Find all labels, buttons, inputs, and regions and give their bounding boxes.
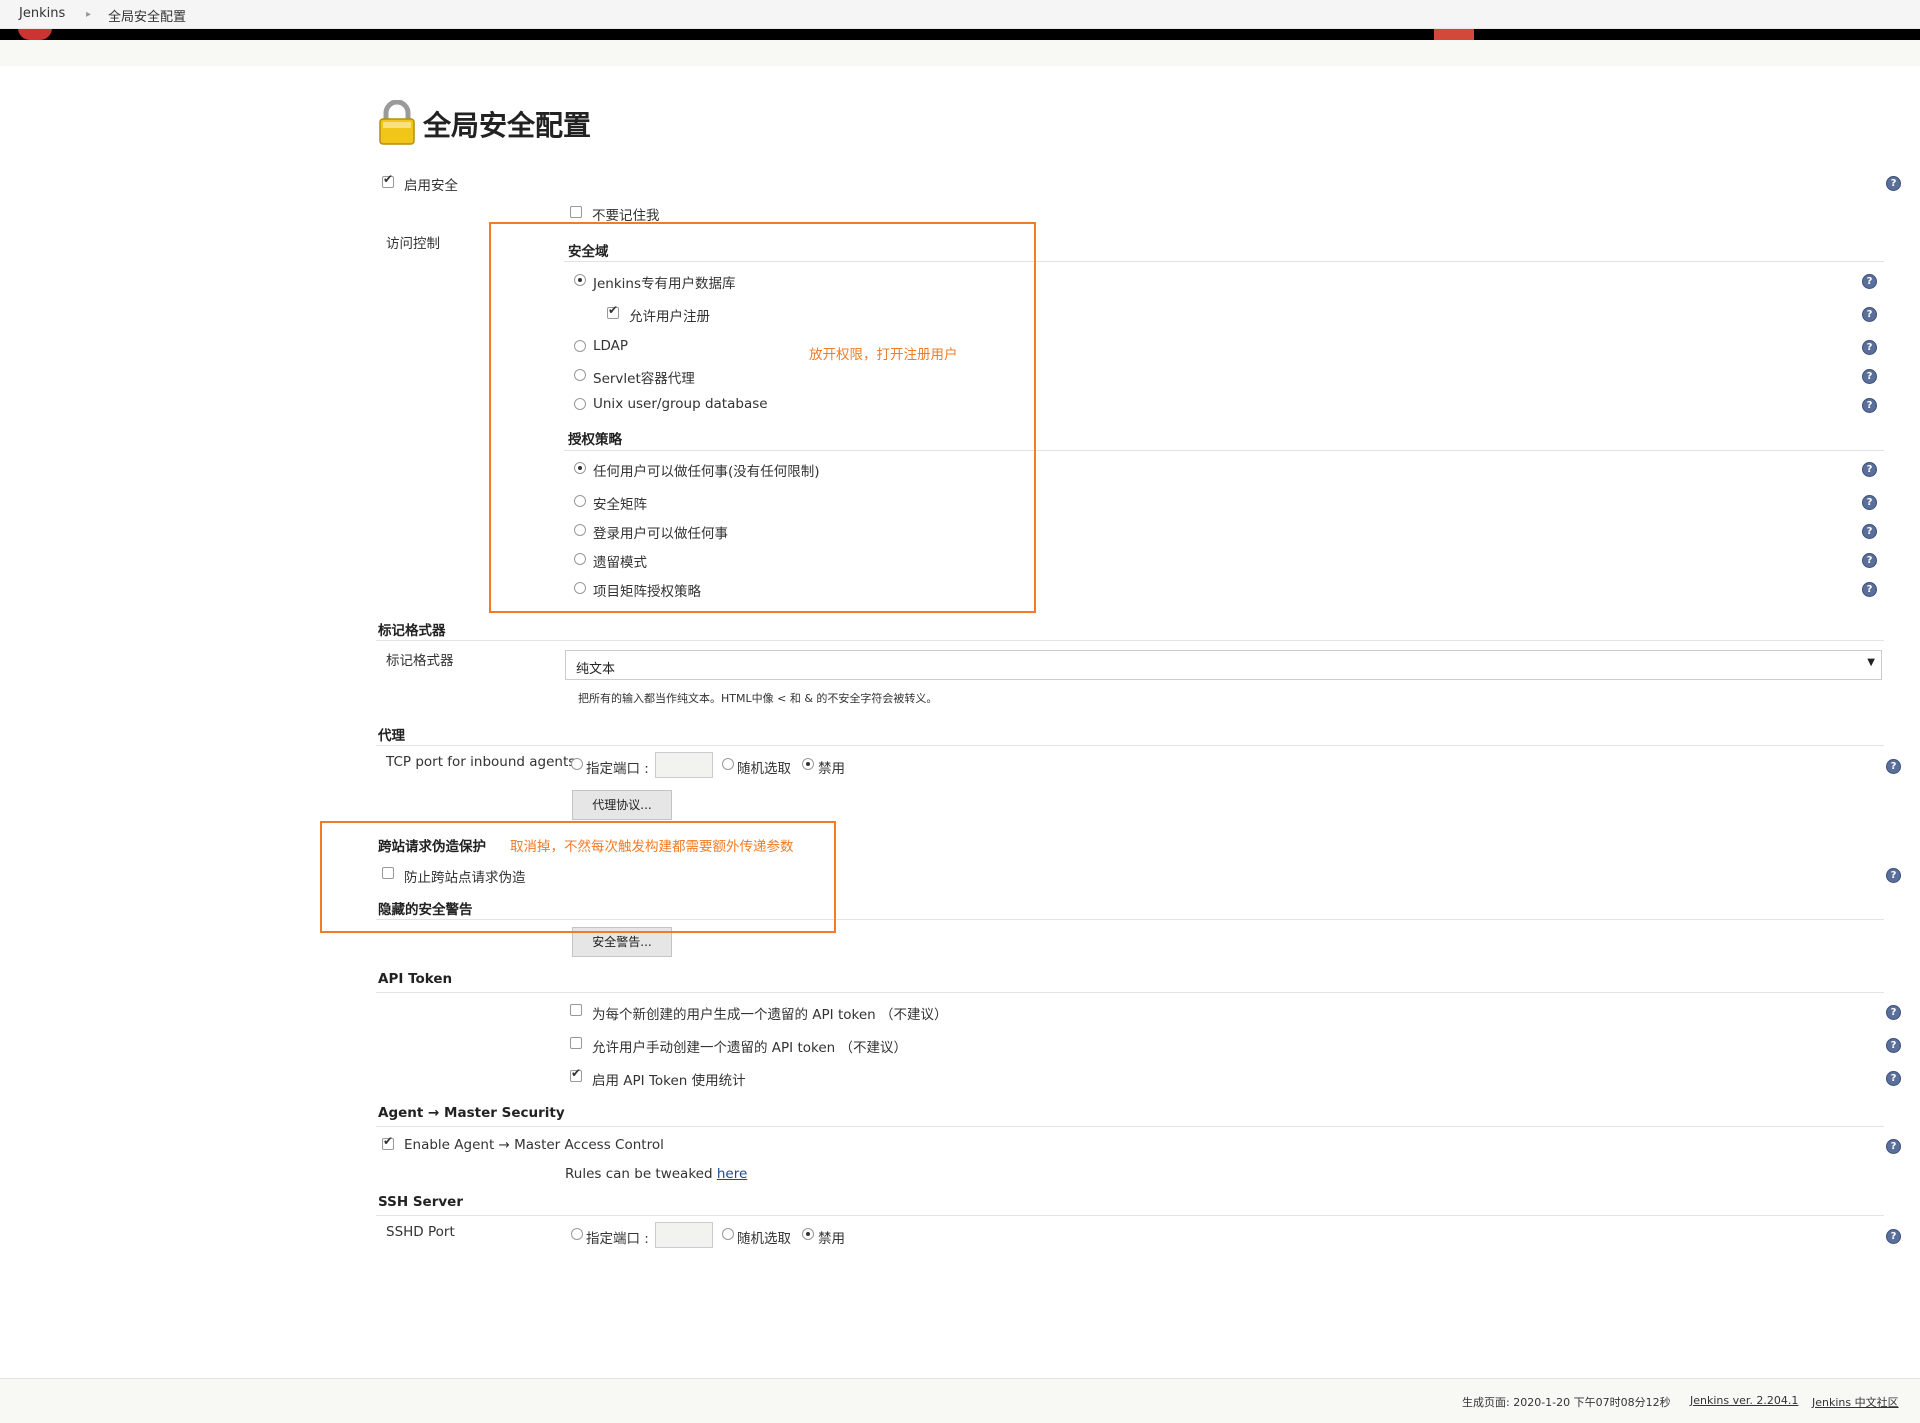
breadcrumb-current[interactable]: 全局安全配置 — [108, 6, 186, 25]
help-icon[interactable]: ? — [1862, 524, 1877, 539]
markup-formatter-select[interactable]: 纯文本 ▼ — [565, 650, 1882, 680]
notification-badge[interactable] — [1434, 28, 1474, 40]
chevron-right-icon: ▸ — [86, 9, 92, 20]
tcp-port-input[interactable] — [655, 752, 713, 778]
chevron-down-icon: ▼ — [1867, 657, 1875, 668]
api-token-heading: API Token — [378, 971, 453, 987]
help-icon[interactable]: ? — [1886, 1139, 1901, 1154]
help-icon[interactable]: ? — [1886, 1038, 1901, 1053]
allow-manual-token-checkbox[interactable] — [570, 1037, 582, 1049]
no-remember-me-checkbox[interactable] — [570, 206, 582, 218]
access-control-label: 访问控制 — [386, 236, 440, 252]
footer-community-link[interactable]: Jenkins 中文社区 — [1812, 1394, 1899, 1410]
sshd-port-fixed-radio[interactable] — [571, 1228, 583, 1240]
markup-formatter-value: 纯文本 — [576, 662, 616, 677]
help-icon[interactable]: ? — [1886, 759, 1901, 774]
sshd-port-random-radio[interactable] — [722, 1228, 734, 1240]
generate-legacy-token-checkbox[interactable] — [570, 1004, 582, 1016]
help-icon[interactable]: ? — [1886, 176, 1901, 191]
tcp-port-random-radio[interactable] — [722, 758, 734, 770]
agent-master-heading: Agent → Master Security — [378, 1105, 565, 1121]
lock-icon — [377, 99, 417, 150]
allow-manual-token-label: 允许用户手动创建一个遗留的 API token （不建议） — [592, 1040, 907, 1056]
breadcrumb: Jenkins ▸ 全局安全配置 — [0, 0, 1920, 29]
tcp-port-label: TCP port for inbound agents — [386, 754, 576, 770]
help-icon[interactable]: ? — [1862, 582, 1877, 597]
agent-master-access-label: Enable Agent → Master Access Control — [404, 1137, 664, 1153]
help-icon[interactable]: ? — [1862, 495, 1877, 510]
divider — [376, 992, 1884, 993]
help-icon[interactable]: ? — [1886, 1229, 1901, 1244]
divider — [376, 1126, 1884, 1127]
sshd-port-label: SSHD Port — [386, 1224, 455, 1240]
help-icon[interactable]: ? — [1862, 274, 1877, 289]
jenkins-logo[interactable] — [18, 28, 52, 40]
sshd-port-fixed-label: 指定端口 : — [586, 1231, 649, 1247]
help-icon[interactable]: ? — [1886, 1005, 1901, 1020]
annotation-box-csrf — [320, 821, 836, 933]
page-title: 全局安全配置 — [423, 109, 592, 142]
markup-formatter-description: 把所有的输入都当作纯文本。HTML中像 < 和 & 的不安全字符会被转义。 — [578, 692, 938, 705]
tcp-port-random-label: 随机选取 — [737, 761, 791, 777]
help-icon[interactable]: ? — [1886, 1071, 1901, 1086]
rules-caption: Rules can be tweaked — [565, 1166, 713, 1182]
help-icon[interactable]: ? — [1886, 868, 1901, 883]
rules-here-link[interactable]: here — [717, 1166, 747, 1182]
token-usage-stats-label: 启用 API Token 使用统计 — [592, 1073, 746, 1089]
divider — [376, 745, 1884, 746]
help-icon[interactable]: ? — [1862, 462, 1877, 477]
sshd-port-input[interactable] — [655, 1222, 713, 1248]
sshd-port-disable-radio[interactable] — [802, 1228, 814, 1240]
rules-text: Rules can be tweaked here — [565, 1166, 747, 1182]
enable-security-checkbox[interactable] — [382, 172, 394, 188]
tcp-port-disable-radio[interactable] — [802, 758, 814, 770]
help-icon[interactable]: ? — [1862, 307, 1877, 322]
proxy-heading: 代理 — [378, 728, 405, 744]
help-icon[interactable]: ? — [1862, 340, 1877, 355]
tcp-port-fixed-radio[interactable] — [571, 758, 583, 770]
annotation-box-security — [489, 222, 1036, 613]
help-icon[interactable]: ? — [1862, 553, 1877, 568]
no-remember-me-label: 不要记住我 — [592, 208, 660, 224]
agent-master-access-checkbox[interactable] — [382, 1134, 394, 1150]
token-usage-stats-checkbox[interactable] — [570, 1066, 582, 1082]
enable-security-label: 启用安全 — [404, 178, 458, 194]
footer-generated: 生成页面: 2020-1-20 下午07时08分12秒 — [1462, 1396, 1671, 1409]
subheader-bar — [0, 40, 1920, 66]
help-icon[interactable]: ? — [1862, 369, 1877, 384]
generate-legacy-token-label: 为每个新创建的用户生成一个遗留的 API token （不建议） — [592, 1007, 948, 1023]
divider — [376, 640, 1884, 641]
tcp-port-fixed-label: 指定端口 : — [586, 761, 649, 777]
markup-formatter-heading: 标记格式器 — [378, 623, 446, 639]
footer-version-link[interactable]: Jenkins ver. 2.204.1 — [1690, 1394, 1798, 1407]
divider — [376, 1215, 1884, 1216]
ssh-server-heading: SSH Server — [378, 1194, 463, 1210]
tcp-port-disable-label: 禁用 — [818, 761, 845, 777]
help-icon[interactable]: ? — [1862, 398, 1877, 413]
agent-protocols-button[interactable]: 代理协议... — [572, 790, 672, 820]
footer: 生成页面: 2020-1-20 下午07时08分12秒 Jenkins ver.… — [0, 1378, 1920, 1423]
sshd-port-disable-label: 禁用 — [818, 1231, 845, 1247]
sshd-port-random-label: 随机选取 — [737, 1231, 791, 1247]
markup-formatter-label: 标记格式器 — [386, 653, 454, 669]
breadcrumb-root[interactable]: Jenkins — [19, 6, 65, 21]
